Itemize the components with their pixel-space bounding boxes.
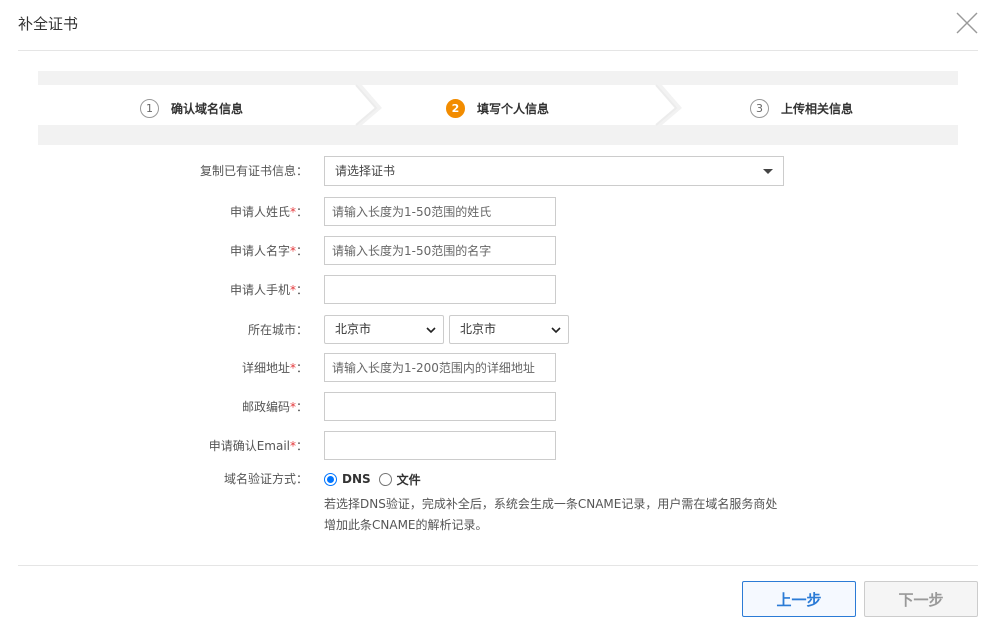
caret-down-icon [763, 169, 773, 174]
postcode-input[interactable] [324, 392, 556, 421]
step-indicator: 1 确认域名信息 2 填写个人信息 3 上传相关信息 [38, 71, 958, 145]
email-input[interactable] [324, 431, 556, 460]
step-3-number: 3 [750, 98, 769, 118]
step-1: 1 确认域名信息 [140, 71, 243, 145]
copy-cert-label: 复制已有证书信息： [199, 164, 308, 178]
verify-hint-line-1: 若选择DNS验证，完成补全后，系统会生成一条CNAME记录，用户需在域名服务商处 [324, 497, 778, 511]
close-icon[interactable] [956, 12, 978, 34]
label-colon: ： [295, 205, 308, 219]
postcode-label: 邮政编码*： [242, 392, 308, 422]
row-city: 所在城市： 北京市 北京市 [0, 315, 996, 345]
city-label: 所在城市： [247, 323, 308, 337]
next-step-button[interactable]: 下一步 [864, 581, 978, 617]
step-2-label: 填写个人信息 [477, 101, 550, 116]
step-3-label: 上传相关信息 [781, 101, 854, 116]
step-1-label: 确认域名信息 [171, 101, 244, 116]
header-divider [18, 50, 978, 51]
last-name-label-text: 申请人姓氏 [229, 205, 290, 219]
step-1-number: 1 [140, 98, 159, 118]
row-postcode: 邮政编码*： [0, 392, 996, 422]
city-value: 北京市 [460, 322, 497, 336]
chevron-down-icon [426, 327, 436, 334]
label-colon: ： [295, 439, 308, 453]
verify-hint-line-2: 增加此条CNAME的解析记录。 [324, 518, 488, 532]
address-label: 详细地址*： [242, 353, 308, 383]
file-radio-label[interactable]: 文件 [397, 471, 421, 488]
dialog-title: 补全证书 [18, 15, 79, 33]
copy-cert-select[interactable]: 请选择证书 [324, 156, 784, 186]
address-input[interactable] [324, 353, 556, 382]
chevron-down-icon [551, 327, 561, 334]
email-label-text: 申请确认Email [208, 439, 290, 453]
row-phone: 申请人手机*： [0, 275, 996, 305]
row-copy-cert: 复制已有证书信息： 请选择证书 [0, 156, 996, 186]
dialog-header: 补全证书 [0, 0, 996, 50]
first-name-label: 申请人名字*： [230, 236, 308, 266]
province-value: 北京市 [335, 322, 372, 336]
row-email: 申请确认Email*： [0, 431, 996, 461]
email-label: 申请确认Email*： [209, 431, 308, 461]
phone-input[interactable] [324, 275, 556, 304]
dns-radio[interactable] [324, 472, 337, 486]
step-3: 3 上传相关信息 [750, 71, 853, 145]
label-colon: ： [295, 283, 308, 297]
footer-divider [18, 565, 978, 566]
dns-radio-label[interactable]: DNS [342, 472, 371, 486]
verify-label: 域名验证方式： [223, 472, 308, 486]
row-address: 详细地址*： [0, 353, 996, 383]
step-2: 2 填写个人信息 [446, 71, 549, 145]
label-colon: ： [295, 244, 308, 258]
phone-label: 申请人手机*： [230, 275, 308, 305]
verify-radio-group: DNS 文件 [324, 464, 429, 494]
copy-cert-value: 请选择证书 [335, 164, 396, 178]
label-colon: ： [295, 400, 308, 414]
address-label-text: 详细地址 [241, 361, 290, 375]
first-name-label-text: 申请人名字 [229, 244, 290, 258]
row-first-name: 申请人名字*： [0, 236, 996, 266]
province-select[interactable]: 北京市 [324, 315, 444, 344]
row-verify: 域名验证方式： DNS 文件 [0, 464, 996, 494]
phone-label-text: 申请人手机 [229, 283, 290, 297]
row-last-name: 申请人姓氏*： [0, 197, 996, 227]
label-colon: ： [295, 361, 308, 375]
prev-step-button[interactable]: 上一步 [742, 581, 856, 617]
verify-hint: 若选择DNS验证，完成补全后，系统会生成一条CNAME记录，用户需在域名服务商处… [324, 494, 794, 536]
file-radio[interactable] [378, 472, 392, 486]
last-name-label: 申请人姓氏*： [230, 197, 308, 227]
last-name-input[interactable] [324, 197, 556, 226]
city-select[interactable]: 北京市 [449, 315, 569, 344]
first-name-input[interactable] [324, 236, 556, 265]
postcode-label-text: 邮政编码 [241, 400, 290, 414]
step-2-number: 2 [446, 98, 465, 118]
